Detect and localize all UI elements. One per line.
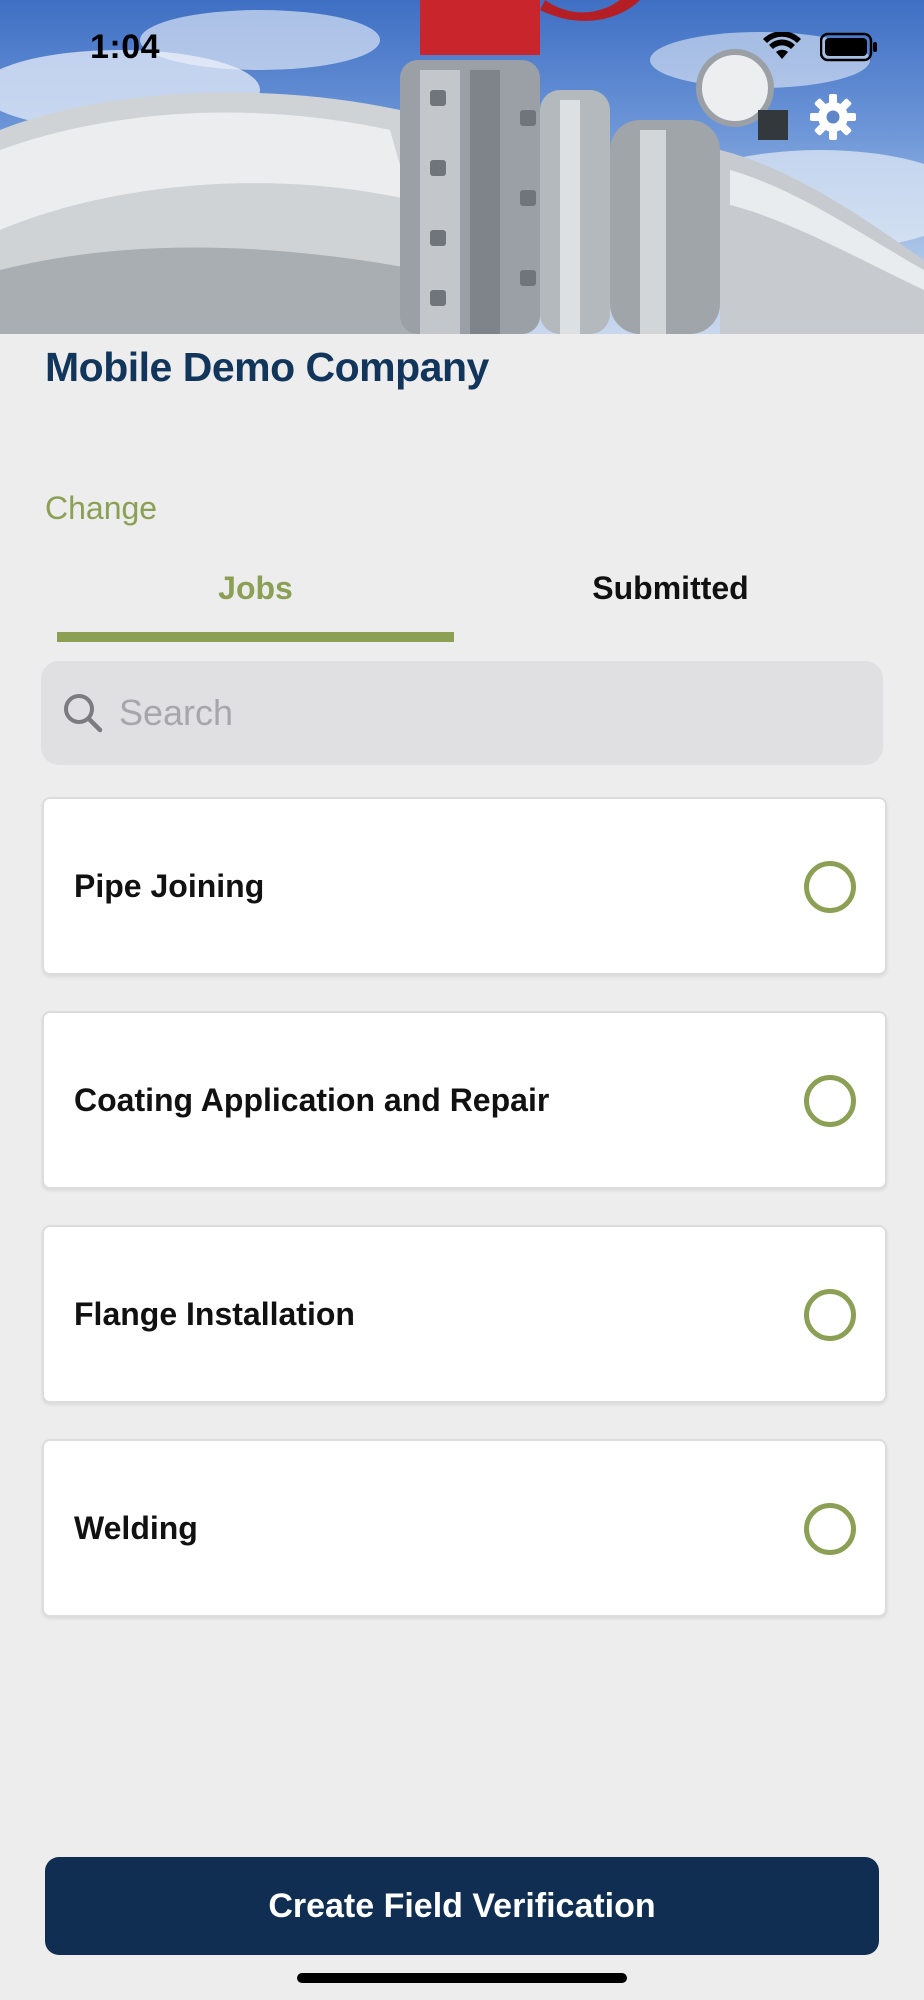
job-label: Flange Installation — [74, 1295, 355, 1332]
job-select-radio[interactable] — [804, 1289, 856, 1341]
search-input[interactable]: Search — [41, 661, 883, 765]
change-company-link[interactable]: Change — [45, 490, 157, 527]
job-card-coating-application-and-repair[interactable]: Coating Application and Repair — [42, 1011, 887, 1189]
company-name: Mobile Demo Company — [45, 344, 489, 390]
job-select-radio[interactable] — [804, 861, 856, 913]
active-tab-indicator — [57, 632, 454, 642]
tab-submitted[interactable]: Submitted — [472, 560, 869, 644]
job-label: Coating Application and Repair — [74, 1081, 550, 1118]
job-card-flange-installation[interactable]: Flange Installation — [42, 1225, 887, 1403]
status-bar-time: 1:04 — [90, 28, 161, 66]
create-field-verification-button[interactable]: Create Field Verification — [45, 1857, 879, 1955]
job-label: Welding — [74, 1509, 198, 1546]
job-select-radio[interactable] — [804, 1503, 856, 1555]
status-bar-icons — [762, 32, 878, 62]
job-card-pipe-joining[interactable]: Pipe Joining — [42, 797, 887, 975]
search-icon — [64, 694, 103, 733]
tab-bar: Jobs Submitted — [57, 560, 869, 644]
job-label: Pipe Joining — [74, 867, 265, 904]
wifi-icon — [763, 32, 801, 59]
home-indicator — [297, 1973, 627, 1983]
job-card-welding[interactable]: Welding — [42, 1439, 887, 1617]
job-select-radio[interactable] — [804, 1075, 856, 1127]
settings-gear-icon[interactable] — [808, 92, 858, 142]
battery-icon — [820, 32, 877, 62]
search-placeholder: Search — [119, 692, 234, 733]
